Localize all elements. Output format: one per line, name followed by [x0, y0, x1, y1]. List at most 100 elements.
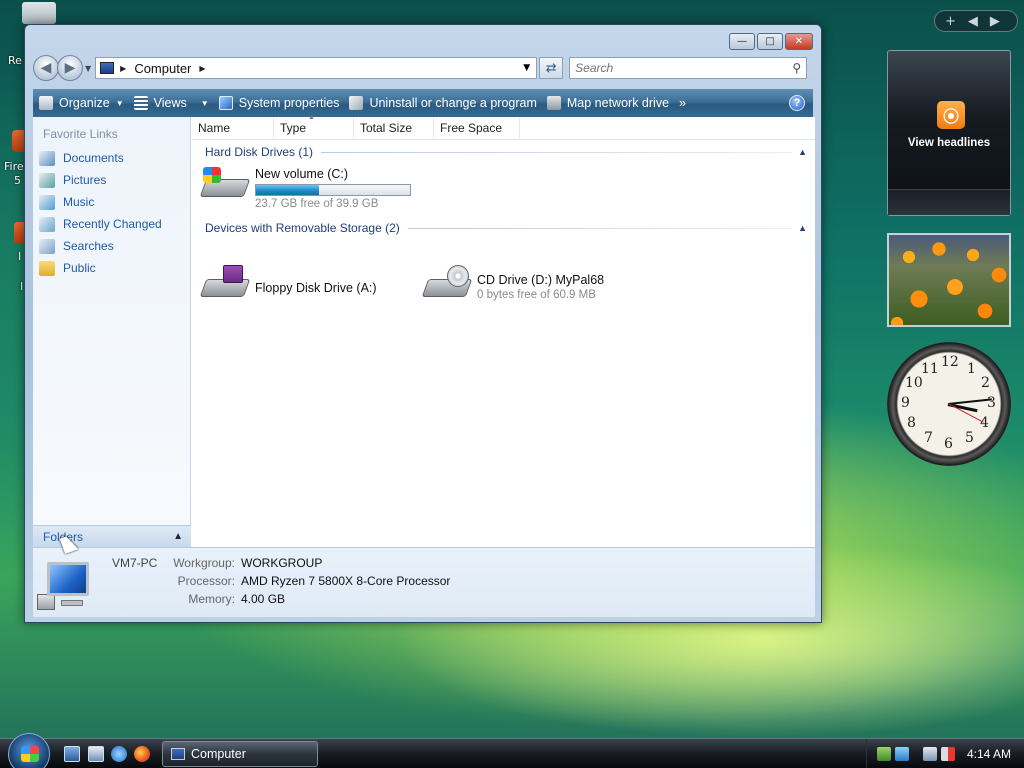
- clock-number-5: 5: [965, 430, 974, 446]
- group-header-removable-storage[interactable]: Devices with Removable Storage (2) ▲: [205, 219, 807, 237]
- recent-icon: [39, 216, 55, 232]
- clock-gadget[interactable]: 12 1 2 3 4 5 6 7 8 9 10 11: [887, 342, 1011, 466]
- folder-icon: [39, 260, 55, 276]
- action-center-icon[interactable]: [877, 747, 891, 761]
- address-dropdown-icon[interactable]: ▼: [523, 63, 530, 73]
- address-bar[interactable]: ▶ Computer ▶ ▼: [95, 57, 538, 79]
- refresh-button[interactable]: ⇄: [539, 57, 564, 79]
- drive-usage-fill: [256, 185, 320, 195]
- uninstall-program-button[interactable]: Uninstall or change a program: [349, 96, 537, 110]
- column-header-type[interactable]: Type ▲: [274, 113, 354, 140]
- clock-minute-hand: [947, 398, 992, 405]
- group-header-hard-disk-drives[interactable]: Hard Disk Drives (1) ▲: [205, 143, 807, 161]
- clock-number-9: 9: [901, 395, 910, 411]
- drive-item-c[interactable]: New volume (C:) 23.7 GB free of 39.9 GB: [199, 165, 411, 210]
- map-network-drive-label: Map network drive: [566, 96, 670, 110]
- feed-headlines-gadget[interactable]: ⦿ View headlines: [887, 50, 1011, 216]
- clock-time[interactable]: 4:14 AM: [967, 747, 1011, 761]
- clock-number-10: 10: [905, 375, 923, 391]
- recent-pages-dropdown[interactable]: ▼: [85, 64, 91, 73]
- more-commands-button[interactable]: »: [679, 96, 686, 110]
- workgroup-value: WORKGROUP: [241, 556, 323, 570]
- drive-name: CD Drive (D:) MyPal68: [477, 273, 605, 287]
- pictures-icon: [39, 172, 55, 188]
- window-controls: — □ ✕: [729, 33, 813, 50]
- network-icon[interactable]: [923, 747, 937, 761]
- forward-button[interactable]: ▶: [57, 55, 83, 81]
- desktop-icon-recycle-bin[interactable]: [22, 2, 56, 24]
- rss-icon: ⦿: [937, 101, 965, 129]
- firefox-icon[interactable]: [134, 746, 150, 762]
- explorer-window: — □ ✕ ◀ ▶ ▼ ▶ Computer ▶ ▼ ⇄ ⚲ Organize …: [24, 24, 822, 623]
- sidebar-item-public[interactable]: Public: [33, 257, 190, 279]
- volume-muted-icon[interactable]: [941, 747, 955, 761]
- sidebar-item-label: Public: [63, 261, 96, 275]
- breadcrumb-arrow-icon[interactable]: ▶: [120, 64, 126, 73]
- system-tray: 4:14 AM: [866, 739, 1024, 768]
- taskbar-button-computer[interactable]: Computer: [162, 741, 318, 767]
- views-label: Views: [153, 96, 187, 110]
- help-icon: ?: [793, 97, 801, 109]
- security-icon[interactable]: [895, 747, 909, 761]
- search-input[interactable]: [575, 61, 776, 75]
- refresh-icon: ⇄: [545, 60, 557, 76]
- sidebar-item-documents[interactable]: Documents: [33, 147, 190, 169]
- organize-label: Organize: [59, 96, 110, 110]
- sidebar-item-searches[interactable]: Searches: [33, 235, 190, 257]
- chevron-up-icon[interactable]: ▲: [798, 223, 807, 233]
- chevron-down-icon: ▼: [200, 98, 209, 108]
- views-icon: [133, 96, 148, 110]
- start-button[interactable]: [8, 733, 50, 768]
- music-icon: [39, 194, 55, 210]
- back-arrow-icon: ◀: [40, 60, 52, 76]
- sort-ascending-icon: ▲: [308, 113, 315, 121]
- search-icon[interactable]: ⚲: [792, 61, 801, 75]
- clock-number-2: 2: [981, 375, 990, 391]
- view-headlines-label[interactable]: View headlines: [888, 137, 1010, 149]
- breadcrumb-arrow-icon[interactable]: ▶: [199, 64, 205, 73]
- clock-number-11: 11: [921, 361, 939, 377]
- sidebar-item-music[interactable]: Music: [33, 191, 190, 213]
- search-box[interactable]: ⚲: [569, 57, 808, 79]
- chevron-up-icon[interactable]: ▲: [798, 147, 807, 157]
- column-header-type-label: Type: [280, 121, 307, 135]
- maximize-button[interactable]: □: [757, 33, 783, 50]
- views-button[interactable]: Views ▼: [133, 96, 209, 110]
- folders-toggle[interactable]: Folders ▲: [33, 525, 191, 547]
- add-gadget-icon[interactable]: +: [945, 14, 956, 29]
- previous-icon[interactable]: ◀: [968, 14, 978, 29]
- switch-windows-icon[interactable]: [88, 746, 104, 762]
- sidebar-item-label: Pictures: [63, 173, 107, 187]
- chevron-up-icon: ▲: [173, 531, 183, 542]
- system-properties-button[interactable]: System properties: [218, 96, 339, 110]
- clock-number-6: 6: [944, 436, 953, 452]
- sidebar-item-recently-changed[interactable]: Recently Changed: [33, 213, 190, 235]
- close-button[interactable]: ✕: [785, 33, 813, 50]
- column-header-free-space[interactable]: Free Space: [434, 116, 520, 140]
- back-button[interactable]: ◀: [33, 55, 59, 81]
- internet-explorer-icon[interactable]: [111, 746, 127, 762]
- organize-button[interactable]: Organize ▼: [39, 96, 124, 110]
- sidebar-item-label: Recently Changed: [63, 217, 162, 231]
- sidebar-item-label: Music: [63, 195, 95, 209]
- content-area: Favorite Links Documents Pictures Music …: [33, 113, 815, 547]
- next-icon[interactable]: ▶: [990, 14, 1000, 29]
- computer-monitor: [47, 562, 89, 596]
- slideshow-gadget[interactable]: [887, 233, 1011, 327]
- column-header-total-size[interactable]: Total Size: [354, 116, 434, 140]
- navigation-bar: ◀ ▶ ▼ ▶ Computer ▶ ▼ ⇄ ⚲: [33, 55, 813, 81]
- help-button[interactable]: ?: [789, 95, 805, 111]
- drive-usage-bar: [255, 184, 411, 196]
- show-desktop-icon[interactable]: [64, 746, 80, 762]
- sidebar-item-pictures[interactable]: Pictures: [33, 169, 190, 191]
- clock-number-8: 8: [907, 415, 916, 431]
- column-header-name[interactable]: Name: [192, 116, 274, 140]
- breadcrumb-computer[interactable]: Computer: [134, 61, 191, 76]
- processor-label: Processor:: [177, 574, 235, 588]
- map-network-drive-button[interactable]: Map network drive: [546, 96, 670, 110]
- group-label: Hard Disk Drives (1): [205, 145, 314, 159]
- drive-item-floppy[interactable]: Floppy Disk Drive (A:): [199, 265, 377, 305]
- minimize-button[interactable]: —: [729, 33, 755, 50]
- group-label: Devices with Removable Storage (2): [205, 221, 400, 235]
- drive-item-cd[interactable]: CD Drive (D:) MyPal68 0 bytes free of 60…: [421, 265, 605, 305]
